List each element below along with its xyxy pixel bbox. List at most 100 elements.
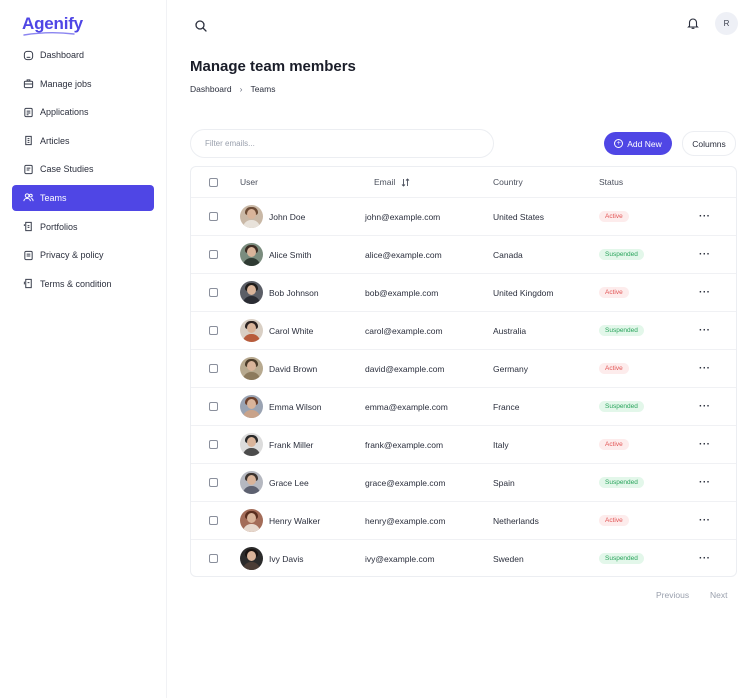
member-country: United States bbox=[493, 211, 545, 222]
table-row[interactable]: Bob Johnson bob@example.com United Kingd… bbox=[191, 273, 736, 311]
member-email: john@example.com bbox=[365, 211, 441, 222]
briefcase-icon bbox=[22, 78, 34, 90]
row-checkbox[interactable] bbox=[209, 440, 218, 449]
table-row[interactable]: Emma Wilson emma@example.com France Susp… bbox=[191, 387, 736, 425]
more-actions-icon[interactable]: ··· bbox=[699, 401, 711, 412]
member-email: grace@example.com bbox=[365, 477, 446, 488]
table-row[interactable]: David Brown david@example.com Germany Ac… bbox=[191, 349, 736, 387]
more-actions-icon[interactable]: ··· bbox=[699, 211, 711, 222]
row-checkbox[interactable] bbox=[209, 326, 218, 335]
sidebar-item-manage-jobs[interactable]: Manage jobs bbox=[12, 71, 154, 97]
sidebar-item-label: Teams bbox=[40, 192, 67, 203]
sidebar-item-label: Case Studies bbox=[40, 164, 94, 175]
more-actions-icon[interactable]: ··· bbox=[699, 439, 711, 450]
sidebar-item-label: Privacy & policy bbox=[40, 250, 104, 261]
member-email: david@example.com bbox=[365, 363, 445, 374]
plus-circle-icon: + bbox=[614, 139, 624, 148]
member-country: Germany bbox=[493, 363, 528, 374]
previous-button[interactable]: Previous bbox=[656, 590, 689, 600]
table-row[interactable]: Grace Lee grace@example.com Spain Suspen… bbox=[191, 463, 736, 501]
row-checkbox[interactable] bbox=[209, 288, 218, 297]
member-email: henry@example.com bbox=[365, 515, 446, 526]
users-icon bbox=[22, 192, 34, 204]
more-actions-icon[interactable]: ··· bbox=[699, 325, 711, 336]
member-email: ivy@example.com bbox=[365, 553, 435, 564]
case-study-icon bbox=[22, 163, 34, 175]
document-icon bbox=[22, 106, 34, 118]
table-row[interactable]: Frank Miller frank@example.com Italy Act… bbox=[191, 425, 736, 463]
columns-button[interactable]: Columns bbox=[682, 131, 736, 156]
member-email: alice@example.com bbox=[365, 249, 442, 260]
sidebar-item-dashboard[interactable]: Dashboard bbox=[12, 42, 154, 68]
member-email: emma@example.com bbox=[365, 401, 448, 412]
logo-swoosh-icon bbox=[23, 32, 75, 36]
member-country: Netherlands bbox=[493, 515, 539, 526]
search-icon[interactable] bbox=[194, 19, 208, 33]
team-members-table: User Email Country Status John Doe john@… bbox=[190, 166, 737, 577]
sort-icon[interactable] bbox=[401, 177, 410, 187]
page-title: Manage team members bbox=[190, 58, 356, 75]
status-badge: Active bbox=[599, 515, 629, 526]
column-header-status: Status bbox=[599, 177, 624, 187]
table-row[interactable]: Henry Walker henry@example.com Netherlan… bbox=[191, 501, 736, 539]
member-avatar bbox=[240, 547, 263, 570]
more-actions-icon[interactable]: ··· bbox=[699, 287, 711, 298]
member-email: bob@example.com bbox=[365, 287, 439, 298]
add-new-button[interactable]: + Add New bbox=[604, 132, 672, 155]
row-checkbox[interactable] bbox=[209, 402, 218, 411]
status-badge: Suspended bbox=[599, 325, 644, 336]
row-checkbox[interactable] bbox=[209, 212, 218, 221]
status-badge: Suspended bbox=[599, 477, 644, 488]
status-badge: Active bbox=[599, 363, 629, 374]
sidebar-item-terms-condition[interactable]: Terms & condition bbox=[12, 271, 154, 297]
table-header: User Email Country Status bbox=[191, 167, 736, 197]
row-checkbox[interactable] bbox=[209, 478, 218, 487]
status-badge: Active bbox=[599, 287, 629, 298]
sidebar-item-portfolios[interactable]: Portfolios bbox=[12, 214, 154, 240]
table-row[interactable]: John Doe john@example.com United States … bbox=[191, 197, 736, 235]
table-row[interactable]: Carol White carol@example.com Australia … bbox=[191, 311, 736, 349]
sidebar-item-privacy-policy[interactable]: Privacy & policy bbox=[12, 242, 154, 268]
sidebar-item-label: Dashboard bbox=[40, 50, 85, 60]
sidebar-item-label: Manage jobs bbox=[40, 78, 92, 89]
sidebar-item-teams[interactable]: Teams bbox=[12, 184, 154, 211]
row-checkbox[interactable] bbox=[209, 250, 218, 259]
member-avatar bbox=[240, 509, 263, 532]
breadcrumb-teams: Teams bbox=[250, 84, 276, 94]
member-name: Ivy Davis bbox=[269, 553, 304, 564]
dashboard-icon bbox=[22, 49, 34, 61]
bell-icon[interactable] bbox=[686, 16, 700, 30]
status-badge: Active bbox=[599, 211, 629, 222]
row-checkbox[interactable] bbox=[209, 516, 218, 525]
member-avatar bbox=[240, 319, 263, 342]
next-button[interactable]: Next bbox=[710, 590, 727, 600]
column-header-email[interactable]: Email bbox=[374, 167, 410, 197]
select-all-checkbox[interactable] bbox=[209, 177, 218, 187]
status-badge: Active bbox=[599, 439, 629, 450]
sidebar-item-applications[interactable]: Applications bbox=[12, 99, 154, 125]
sidebar-item-case-studies[interactable]: Case Studies bbox=[12, 156, 154, 182]
sidebar-item-label: Terms & condition bbox=[40, 278, 112, 289]
filter-emails-input[interactable] bbox=[190, 129, 494, 158]
status-badge: Suspended bbox=[599, 249, 644, 260]
sidebar-nav: Dashboard Manage jobs Applications Artic… bbox=[12, 42, 154, 299]
more-actions-icon[interactable]: ··· bbox=[699, 477, 711, 488]
more-actions-icon[interactable]: ··· bbox=[699, 249, 711, 260]
portfolio-icon bbox=[22, 221, 34, 233]
member-country: United Kingdom bbox=[493, 287, 554, 298]
table-row[interactable]: Ivy Davis ivy@example.com Sweden Suspend… bbox=[191, 539, 736, 576]
more-actions-icon[interactable]: ··· bbox=[699, 363, 711, 374]
more-actions-icon[interactable]: ··· bbox=[699, 553, 711, 564]
table-row[interactable]: Alice Smith alice@example.com Canada Sus… bbox=[191, 235, 736, 273]
member-name: Alice Smith bbox=[269, 249, 312, 260]
member-name: Carol White bbox=[269, 325, 314, 336]
member-country: France bbox=[493, 401, 520, 412]
user-avatar[interactable]: R bbox=[715, 12, 738, 35]
article-icon bbox=[22, 135, 34, 147]
breadcrumb-dashboard[interactable]: Dashboard bbox=[190, 84, 232, 94]
shield-icon bbox=[22, 249, 34, 261]
sidebar-item-articles[interactable]: Articles bbox=[12, 128, 154, 154]
more-actions-icon[interactable]: ··· bbox=[699, 515, 711, 526]
row-checkbox[interactable] bbox=[209, 554, 218, 563]
row-checkbox[interactable] bbox=[209, 364, 218, 373]
